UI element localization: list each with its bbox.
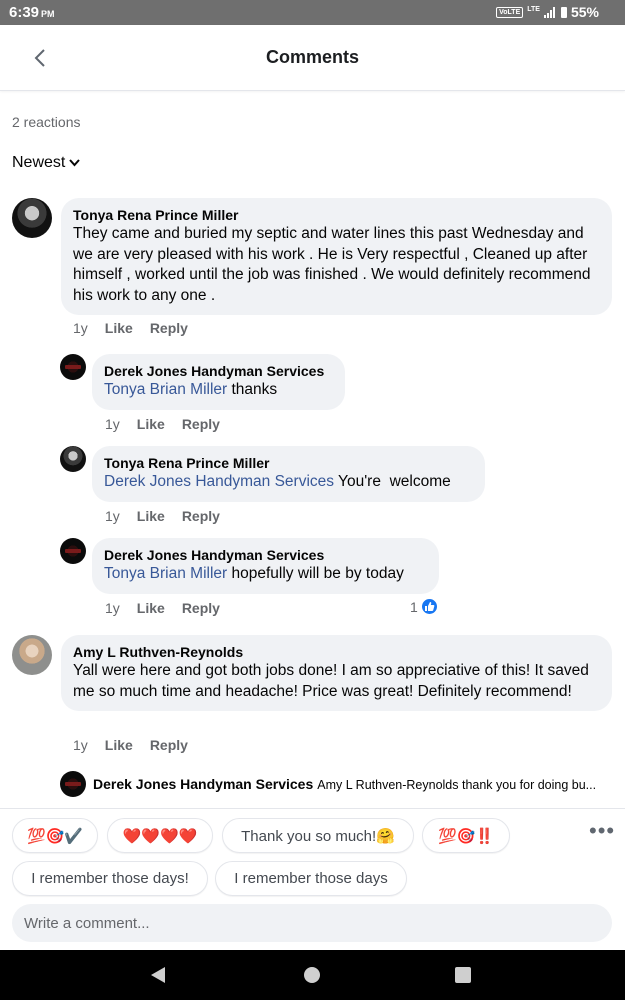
quick-reply-chip[interactable]: I remember those days [215, 861, 407, 896]
like-button[interactable]: Like [137, 416, 165, 432]
reply-text: Tonya Brian Miller thanks [104, 380, 333, 401]
back-icon[interactable] [151, 967, 165, 983]
comments-header: Comments [0, 25, 625, 91]
reply-button[interactable]: Reply [182, 600, 220, 616]
reply-actions: 1y Like Reply [105, 416, 220, 432]
reply-text: Tonya Brian Miller hopefully will be by … [104, 564, 427, 585]
chip-label: 💯🎯✔️ [26, 827, 84, 845]
mention-link[interactable]: Derek Jones Handyman Services [104, 473, 334, 490]
like-button[interactable]: Like [137, 600, 165, 616]
status-time-ampm: PM [41, 9, 55, 19]
quick-reply-chip[interactable]: Thank you so much!🤗 [222, 818, 414, 853]
mention-link[interactable]: Tonya Brian Miller [104, 565, 227, 582]
like-button[interactable]: Like [105, 320, 133, 336]
comment-author[interactable]: Tonya Rena Prince Miller [73, 206, 600, 224]
chevron-down-icon [69, 158, 81, 170]
chip-label: 💯🎯‼️ [437, 827, 495, 845]
reply-author[interactable]: Derek Jones Handyman Services [104, 546, 427, 564]
reply-text: Derek Jones Handyman Services You're wel… [104, 472, 473, 493]
recent-apps-icon[interactable] [455, 967, 471, 983]
chip-label: ❤️❤️❤️❤️ [122, 827, 198, 845]
like-button[interactable]: Like [137, 508, 165, 524]
reply-button[interactable]: Reply [182, 508, 220, 524]
reply-body: thanks [227, 381, 278, 398]
chip-label: I remember those days [234, 870, 388, 887]
comment-age[interactable]: 1y [73, 320, 88, 336]
quick-reply-chip[interactable]: I remember those days! [12, 861, 208, 896]
reply-body: hopefully will be by today [227, 565, 404, 582]
status-bar: 6:39 PM VoLTE LTE 55% [0, 0, 625, 25]
quick-reply-chip[interactable]: 💯🎯✔️ [12, 818, 98, 853]
comment-input[interactable]: Write a comment... [12, 904, 612, 942]
reply-actions: 1y Like Reply [105, 508, 220, 524]
reply-age[interactable]: 1y [105, 600, 120, 616]
battery-percent: 55% [570, 4, 599, 20]
reply-button[interactable]: Reply [182, 416, 220, 432]
comment-actions: 1y Like Reply [73, 320, 188, 336]
reply-body: You're welcome [334, 473, 451, 490]
comment-input-placeholder: Write a comment... [24, 914, 150, 932]
avatar[interactable] [60, 354, 86, 380]
reply-bubble: Derek Jones Handyman Services Tonya Bria… [92, 538, 439, 594]
like-button[interactable]: Like [105, 737, 133, 753]
comment-text: Yall were here and got both jobs done! I… [73, 662, 589, 700]
mention-link[interactable]: Tonya Brian Miller [104, 381, 227, 398]
battery-icon [560, 6, 567, 18]
comment-actions: 1y Like Reply [73, 737, 188, 753]
reply-actions: 1y Like Reply [105, 600, 220, 616]
comment-age[interactable]: 1y [73, 737, 88, 753]
reply-author[interactable]: Tonya Rena Prince Miller [104, 454, 473, 472]
reply-button[interactable]: Reply [150, 320, 188, 336]
system-nav-bar [0, 950, 625, 1000]
chip-label: Thank you so much!🤗 [241, 827, 395, 845]
reply-age[interactable]: 1y [105, 508, 120, 524]
reply-snippet: Amy L Ruthven-Reynolds thank you for doi… [317, 778, 597, 792]
signal-icon [543, 6, 555, 18]
reply-bubble: Tonya Rena Prince Miller Derek Jones Han… [92, 446, 485, 502]
comment-author[interactable]: Amy L Ruthven-Reynolds [73, 643, 600, 661]
avatar[interactable] [60, 538, 86, 564]
avatar[interactable] [12, 198, 52, 238]
like-count-value: 1 [410, 598, 418, 615]
more-icon[interactable]: ••• [589, 820, 615, 842]
lte-label: LTE [527, 5, 540, 13]
reply-age[interactable]: 1y [105, 416, 120, 432]
reactions-count[interactable]: 2 reactions [12, 114, 80, 130]
quick-reply-chip[interactable]: ❤️❤️❤️❤️ [107, 818, 213, 853]
comment-text: They came and buried my septic and water… [73, 225, 591, 304]
sort-label: Newest [12, 154, 66, 171]
reply-author[interactable]: Derek Jones Handyman Services [93, 776, 313, 792]
divider [0, 808, 625, 809]
chip-label: I remember those days! [31, 870, 189, 887]
reply-preview[interactable]: Derek Jones Handyman Services Amy L Ruthv… [93, 775, 613, 794]
thumbs-up-icon [420, 598, 438, 615]
avatar[interactable] [12, 635, 52, 675]
status-time-value: 6:39 [9, 4, 40, 21]
comment-bubble: Tonya Rena Prince Miller They came and b… [61, 198, 612, 315]
comment-bubble: Amy L Ruthven-Reynolds Yall were here an… [61, 635, 612, 711]
volte-icon: VoLTE [496, 6, 524, 18]
like-count[interactable]: 1 [410, 598, 438, 615]
sort-dropdown[interactable]: Newest [12, 154, 81, 172]
reply-author[interactable]: Derek Jones Handyman Services [104, 362, 333, 380]
avatar[interactable] [60, 771, 86, 797]
status-time: 6:39 PM [9, 4, 55, 21]
reply-button[interactable]: Reply [150, 737, 188, 753]
avatar[interactable] [60, 446, 86, 472]
home-icon[interactable] [304, 967, 320, 983]
quick-reply-chip[interactable]: 💯🎯‼️ [422, 818, 510, 853]
page-title: Comments [265, 47, 359, 67]
status-right: VoLTE LTE 55% [496, 4, 599, 20]
reply-bubble: Derek Jones Handyman Services Tonya Bria… [92, 354, 345, 410]
